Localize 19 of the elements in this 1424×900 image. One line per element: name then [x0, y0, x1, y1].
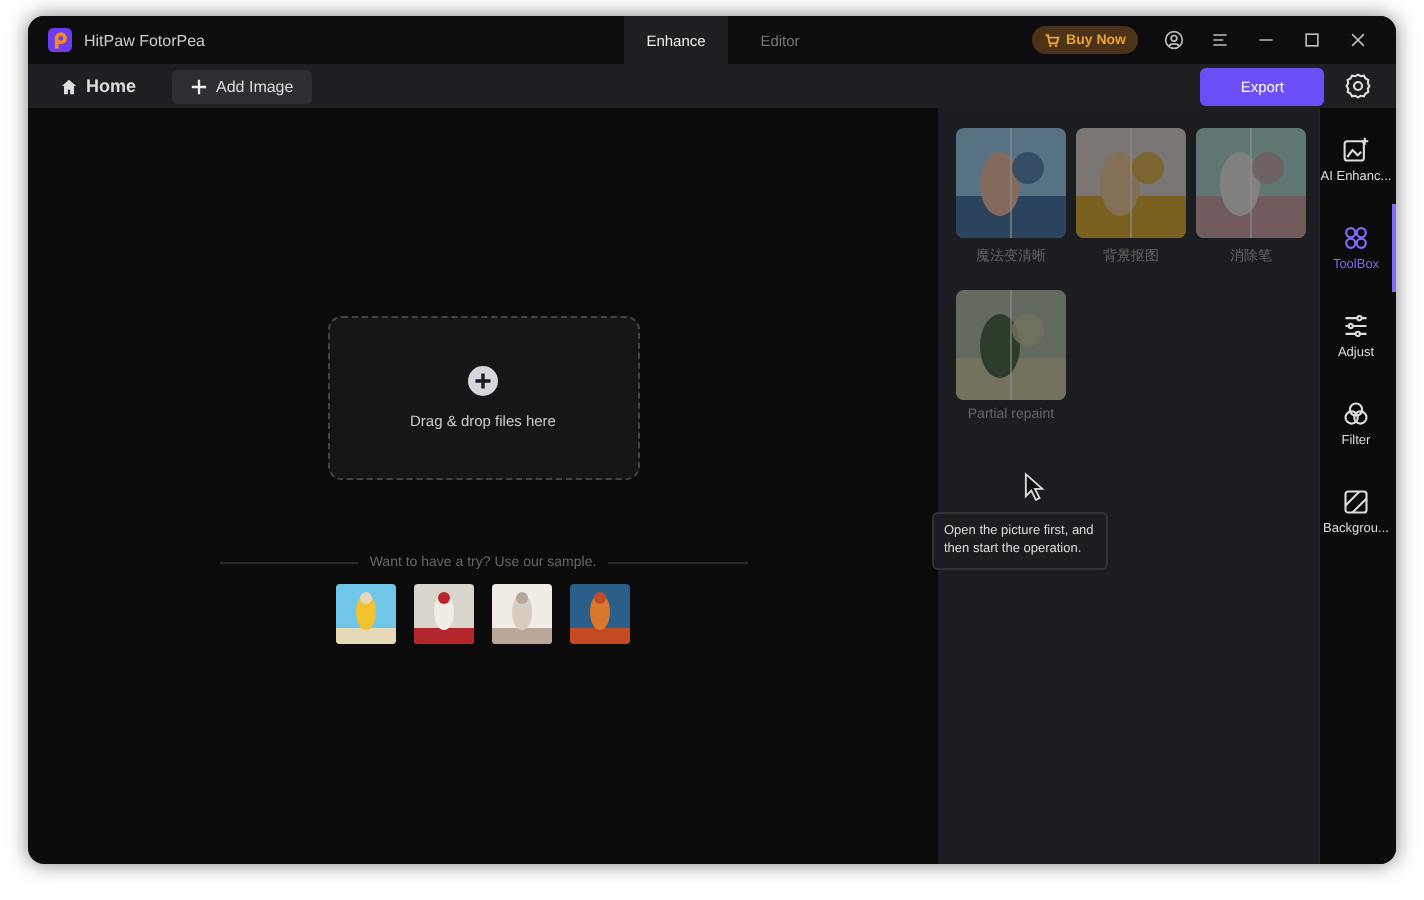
add-icon [468, 366, 498, 396]
image-sparkle-icon [1342, 136, 1370, 164]
cart-icon [1044, 32, 1061, 48]
app-logo-icon [48, 28, 72, 52]
sliders-icon [1342, 312, 1370, 340]
home-button[interactable]: Home [56, 76, 153, 96]
maximize-icon[interactable] [1302, 30, 1322, 50]
close-icon[interactable] [1348, 30, 1368, 50]
add-image-button[interactable]: Add Image [172, 69, 312, 103]
settings-icon[interactable] [1344, 72, 1372, 100]
home-icon [60, 77, 78, 95]
plus-icon [190, 77, 209, 95]
cursor-icon [1024, 472, 1046, 502]
striped-square-icon [1342, 488, 1370, 516]
app-title: HitPaw FotorPea [84, 31, 205, 49]
overlapping-circles-icon [1342, 400, 1370, 428]
four-circles-icon [1342, 224, 1370, 252]
account-icon[interactable] [1164, 30, 1184, 50]
menu-icon[interactable] [1210, 30, 1230, 50]
